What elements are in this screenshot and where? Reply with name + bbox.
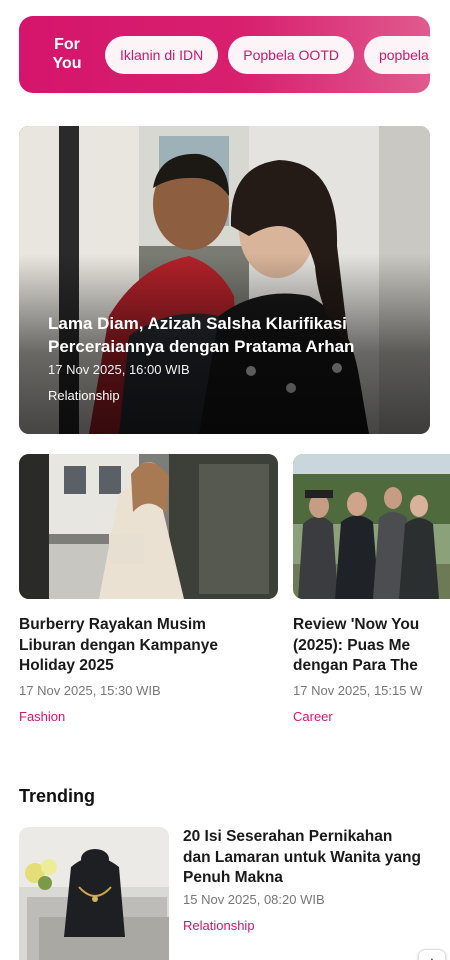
for-you-bar: For You Iklanin di IDN Popbela OOTD popbel… — [19, 16, 430, 93]
article-card-date: 17 Nov 2025, 15:30 WIB — [19, 682, 161, 698]
card-title-line: Burberry Rayakan Musim — [19, 616, 206, 633]
trending-item-date: 15 Nov 2025, 08:20 WIB — [183, 892, 325, 907]
for-you-label: For You — [47, 35, 87, 73]
article-card-date: 17 Nov 2025, 15:15 W — [293, 682, 423, 698]
card-title-line: Review 'Now You — [293, 616, 420, 633]
article-card[interactable]: Review 'Now You (2025): Puas Me dengan P… — [293, 454, 450, 724]
trending-item-title[interactable]: 20 Isi Seserahan Pernikahan dan Lamaran … — [183, 827, 423, 889]
chip-iklanin-di-idn[interactable]: Iklanin di IDN — [105, 36, 219, 74]
chip-popbela[interactable]: popbela — [363, 36, 430, 74]
hero-title[interactable]: Lama Diam, Azizah Salsha Klarifikasi Per… — [48, 312, 398, 358]
for-you-label-line2: You — [52, 55, 82, 72]
article-card-category[interactable]: Fashion — [19, 709, 278, 724]
card-title-line: Liburan dengan Kampanye — [19, 636, 218, 654]
article-card-title[interactable]: Burberry Rayakan Musim Liburan dengan Ka… — [19, 615, 278, 677]
card-title-line: (2025): Puas Me — [293, 636, 411, 654]
scroll-to-top-button[interactable]: ▲ — [418, 949, 446, 960]
article-card[interactable]: Burberry Rayakan Musim Liburan dengan Ka… — [19, 454, 278, 724]
chip-popbela-ootd[interactable]: Popbela OOTD — [228, 36, 354, 74]
hero-article[interactable]: Lama Diam, Azizah Salsha Klarifikasi Per… — [19, 126, 430, 434]
card-title-line: dengan Para The — [293, 657, 418, 674]
topic-chip-list: Iklanin di IDN Popbela OOTD popbela — [105, 36, 430, 74]
chevron-up-icon: ▲ — [426, 954, 438, 960]
article-card-image — [19, 454, 278, 599]
trending-item-category[interactable]: Relationship — [183, 918, 255, 933]
card-title-line: Holiday 2025 — [19, 657, 114, 674]
trending-heading: Trending — [19, 786, 95, 806]
trending-item-image[interactable] — [19, 827, 169, 960]
hero-category[interactable]: Relationship — [48, 388, 120, 403]
hero-date: 17 Nov 2025, 16:00 WIB — [48, 362, 190, 377]
article-card-category[interactable]: Career — [293, 709, 450, 724]
article-card-image — [293, 454, 450, 599]
article-card-title[interactable]: Review 'Now You (2025): Puas Me dengan P… — [293, 615, 450, 677]
for-you-label-line1: For — [54, 36, 80, 53]
